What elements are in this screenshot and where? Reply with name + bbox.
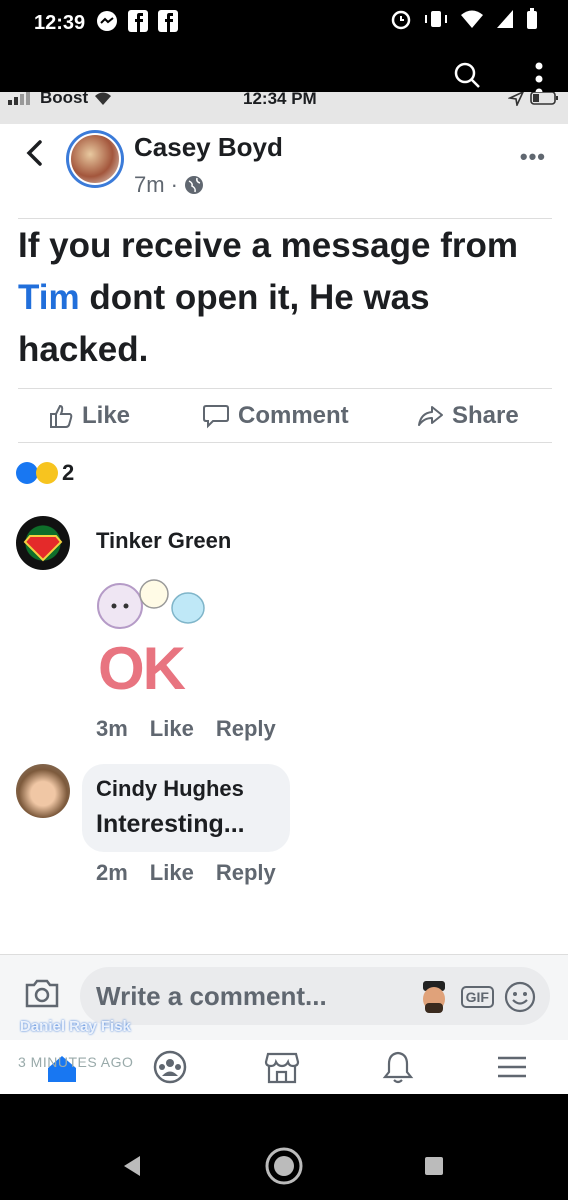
overflow-menu-icon[interactable] xyxy=(534,62,544,96)
battery-icon xyxy=(527,8,537,29)
haha-reaction-icon xyxy=(36,462,58,484)
nav-back-icon[interactable] xyxy=(122,1154,142,1178)
messenger-icon xyxy=(97,11,117,31)
carrier-indicator: Boost xyxy=(8,92,112,108)
reaction-summary[interactable]: 2 xyxy=(16,460,74,486)
wifi-icon xyxy=(461,10,483,28)
gif-icon[interactable]: GIF xyxy=(460,986,494,1008)
nav-recents-icon[interactable] xyxy=(424,1156,444,1176)
signal-bars-icon xyxy=(8,92,30,105)
mention-link[interactable]: Tim xyxy=(18,278,80,317)
share-button[interactable]: Share xyxy=(416,402,519,430)
sticker-text: OK xyxy=(98,635,186,702)
reaction-count: 2 xyxy=(62,460,75,485)
emoji-icon[interactable] xyxy=(504,981,536,1013)
comment-like-button[interactable]: Like xyxy=(150,716,194,742)
facebook-icon xyxy=(158,10,178,32)
alarm-icon xyxy=(391,10,411,30)
signal-icon xyxy=(497,10,513,28)
comment-age: 3m xyxy=(96,716,128,741)
share-icon xyxy=(418,406,443,426)
marketplace-tab-icon[interactable] xyxy=(264,1050,300,1084)
post-meta: 7m · xyxy=(134,172,204,198)
comment-like-button[interactable]: Like xyxy=(150,860,194,886)
superman-logo-icon xyxy=(23,535,63,562)
facebook-icon xyxy=(128,10,148,32)
camera-icon[interactable] xyxy=(24,977,60,1009)
avatar-sticker-icon[interactable] xyxy=(417,979,451,1015)
menu-tab-icon[interactable] xyxy=(494,1050,530,1084)
wifi-icon xyxy=(95,92,112,105)
facebook-post-screenshot: Boost 12:34 PM Casey Boyd 7m · ••• If yo… xyxy=(0,92,568,1094)
divider xyxy=(18,442,552,443)
comment-button[interactable]: Comment xyxy=(202,402,349,430)
post-author[interactable]: Casey Boyd xyxy=(134,132,283,163)
comment-icon xyxy=(203,405,229,429)
comment-bubble: Cindy Hughes Interesting... xyxy=(82,764,290,852)
post-text: If you receive a message from Tim dont o… xyxy=(18,226,518,369)
ios-clock: 12:34 PM xyxy=(243,92,317,108)
avatar[interactable] xyxy=(16,764,70,818)
comment-placeholder: Write a comment... xyxy=(96,981,327,1011)
battery-indicator xyxy=(508,92,560,106)
android-app-bar xyxy=(0,50,568,96)
watermark-name: Daniel Ray Fisk xyxy=(20,1018,131,1035)
nav-home-icon[interactable] xyxy=(264,1146,304,1186)
comment-author[interactable]: Tinker Green xyxy=(96,528,231,554)
comment-reply-button[interactable]: Reply xyxy=(216,716,276,742)
watermark-time: 3 MINUTES AGO xyxy=(18,1054,134,1070)
android-status-bar: 12:39 xyxy=(0,0,568,50)
ok-sticker: OK xyxy=(92,572,222,702)
ios-status-bar: Boost 12:34 PM xyxy=(0,92,568,124)
search-icon[interactable] xyxy=(454,62,480,88)
like-reaction-icon xyxy=(16,462,38,484)
like-button[interactable]: Like xyxy=(48,402,130,430)
avatar[interactable] xyxy=(16,516,70,570)
comment-actions: 3m Like Reply xyxy=(96,716,276,742)
separator-dot: · xyxy=(170,172,178,197)
android-clock: 12:39 xyxy=(34,12,86,34)
comment-actions: 2m Like Reply xyxy=(96,860,276,886)
comment-age: 2m xyxy=(96,860,128,885)
android-nav-bar xyxy=(0,1094,568,1200)
back-arrow-icon[interactable] xyxy=(24,140,44,166)
location-icon xyxy=(508,92,524,106)
groups-tab-icon[interactable] xyxy=(152,1050,188,1084)
composer-icons: GIF xyxy=(417,979,536,1015)
carrier-name: Boost xyxy=(40,92,89,107)
comment-text: Interesting... xyxy=(96,810,245,838)
post-action-bar: Like Comment Share xyxy=(0,392,568,440)
thumbs-up-icon xyxy=(50,404,73,428)
birds-sticker-icon xyxy=(97,579,205,629)
comment-input[interactable]: Write a comment... GIF xyxy=(80,967,550,1025)
notifications-bell-icon[interactable] xyxy=(380,1050,416,1084)
vibrate-icon xyxy=(425,11,447,27)
avatar[interactable] xyxy=(66,130,124,188)
comment-author[interactable]: Cindy Hughes xyxy=(96,776,244,802)
divider xyxy=(18,218,552,219)
globe-icon xyxy=(184,176,203,194)
comment-reply-button[interactable]: Reply xyxy=(216,860,276,886)
divider xyxy=(18,388,552,389)
post-age[interactable]: 7m xyxy=(134,172,165,198)
more-options-icon[interactable]: ••• xyxy=(520,144,546,170)
battery-icon xyxy=(530,92,558,105)
